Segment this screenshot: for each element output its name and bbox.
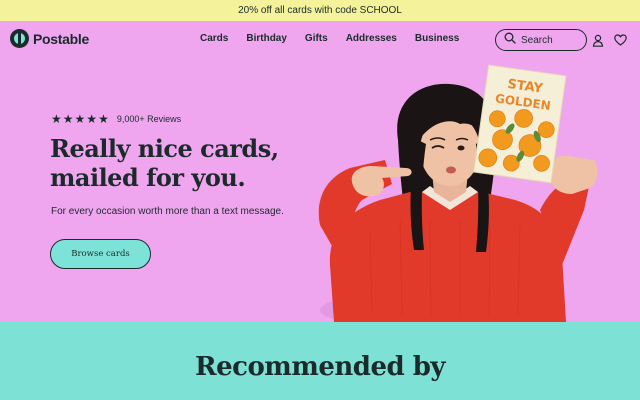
logo-mark-icon [10, 29, 29, 48]
hero-subtext: For every occasion worth more than a tex… [51, 206, 284, 217]
headline-line-1: Really nice cards, [50, 134, 279, 163]
nav-item-business[interactable]: Business [415, 33, 459, 44]
recommended-section: Recommended by [0, 322, 640, 400]
reviews-count: 9,000+ Reviews [116, 114, 182, 124]
search-icon [504, 31, 516, 49]
reviews-summary: ★ ★ ★ ★ ★ 9,000+ Reviews [51, 112, 181, 126]
star-icon: ★ [74, 112, 86, 126]
recommended-title: Recommended by [194, 352, 446, 382]
heart-icon[interactable] [612, 32, 628, 48]
search-input[interactable] [521, 34, 581, 46]
promo-text[interactable]: 20% off all cards with code SCHOOL [238, 5, 402, 16]
nav-item-gifts[interactable]: Gifts [305, 33, 328, 44]
search-box[interactable] [495, 29, 587, 51]
star-icon: ★ [86, 112, 98, 126]
site-header: Postable Cards Birthday Gifts Addresses … [0, 21, 640, 59]
browse-cards-button[interactable]: Browse cards [50, 239, 151, 269]
headline-line-2: mailed for you. [50, 163, 246, 192]
promo-banner[interactable]: 20% off all cards with code SCHOOL [0, 0, 640, 21]
hero-headline: Really nice cards, mailed for you. [50, 134, 350, 192]
star-icon: ★ [51, 112, 62, 126]
hero-photo: STAY GOLDEN [318, 64, 598, 322]
nav-item-addresses[interactable]: Addresses [346, 33, 397, 44]
user-icon[interactable] [590, 32, 606, 48]
star-icon: ★ [62, 112, 74, 126]
nav-item-birthday[interactable]: Birthday [246, 33, 287, 44]
logo-text: Postable [33, 30, 89, 47]
main-nav: Cards Birthday Gifts Addresses Business [200, 33, 459, 44]
rating-stars: ★ ★ ★ ★ ★ [51, 112, 109, 126]
logo[interactable]: Postable [10, 29, 89, 48]
nav-item-cards[interactable]: Cards [200, 33, 228, 44]
star-icon: ★ [98, 112, 109, 126]
